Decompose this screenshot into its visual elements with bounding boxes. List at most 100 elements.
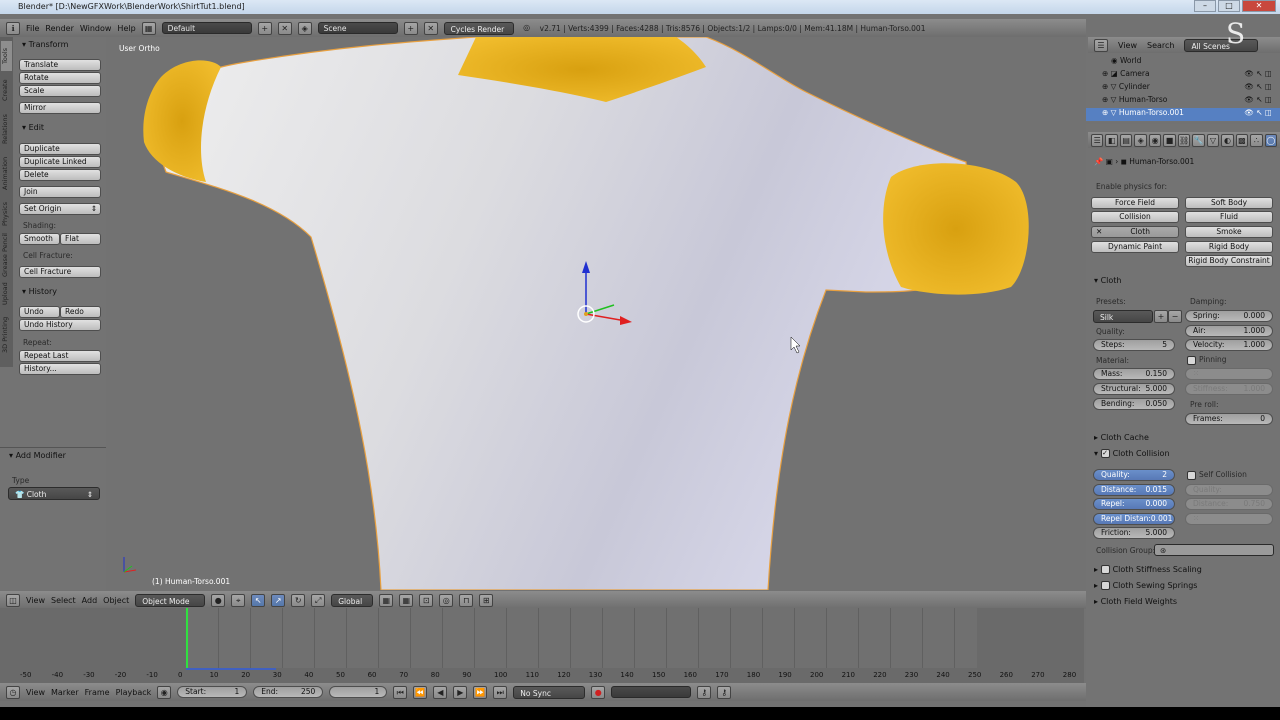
cloth-cache-panel-header[interactable]: ▸ Cloth Cache <box>1094 433 1149 442</box>
repeat-last-button[interactable]: Repeat Last <box>19 350 101 362</box>
object-tab-icon[interactable]: ■ <box>1163 133 1176 147</box>
tab-upload[interactable]: Upload <box>1 279 12 309</box>
snap-icon[interactable]: ⊓ <box>459 593 474 607</box>
range-icon[interactable]: ◉ <box>157 685 172 699</box>
visibility-icons[interactable]: 👁 ↖ ◫ <box>1244 82 1272 91</box>
structural-field[interactable]: Structural: 5.000 <box>1093 383 1175 395</box>
minimize-button[interactable]: – <box>1194 0 1216 12</box>
current-frame-field[interactable]: 1 <box>329 686 388 698</box>
properties-editor-icon[interactable]: ☰ <box>1091 133 1104 147</box>
render-engine-dropdown[interactable]: Cycles Render <box>443 21 514 35</box>
timeline-menu-view[interactable]: View <box>26 688 45 697</box>
collision-distance-field[interactable]: Distance: 0.015 <box>1093 484 1175 496</box>
lock-icon[interactable]: ⊡ <box>419 593 434 607</box>
frames-field[interactable]: Frames: 0 <box>1185 413 1273 425</box>
history-panel-header[interactable]: ▾ History <box>22 287 57 296</box>
play-reverse-icon[interactable]: ◀ <box>433 685 448 699</box>
visibility-icons[interactable]: 👁 ↖ ◫ <box>1244 95 1272 104</box>
steps-field[interactable]: Steps: 5 <box>1093 339 1175 351</box>
bending-field[interactable]: Bending: 0.050 <box>1093 398 1175 410</box>
tab-tools[interactable]: Tools <box>1 41 12 71</box>
start-frame-field[interactable]: Start: 1 <box>177 686 248 698</box>
constraints-tab-icon[interactable]: ⛓ <box>1177 133 1191 147</box>
vertex-group-field[interactable]: ⁙ <box>1185 368 1273 380</box>
duplicate-button[interactable]: Duplicate <box>19 143 101 155</box>
manipulator-icon[interactable]: ↖ <box>251 593 266 607</box>
tab-grease-pencil[interactable]: Grease Pencil <box>1 233 12 277</box>
outliner-item-human-torso-001[interactable]: ⊕ ▽ Human-Torso.001 👁 ↖ ◫ <box>1086 108 1280 121</box>
remove-icon[interactable]: ✕ <box>1092 227 1102 237</box>
rigid-body-button[interactable]: Rigid Body <box>1185 241 1273 253</box>
field-weights-panel-header[interactable]: ▸ Cloth Field Weights <box>1094 597 1177 606</box>
transform-panel-header[interactable]: ▾ Transform <box>22 40 68 49</box>
outliner-item-human-torso[interactable]: ⊕ ▽ Human-Torso 👁 ↖ ◫ <box>1086 95 1280 108</box>
delete-key-icon[interactable]: ⚷ <box>717 685 732 699</box>
visibility-icons[interactable]: 👁 ↖ ◫ <box>1244 69 1272 78</box>
timeline-editor-icon[interactable]: ◷ <box>6 685 20 699</box>
repel-field[interactable]: Repel: 0.000 <box>1093 498 1175 510</box>
jump-start-icon[interactable]: ⏮ <box>393 685 408 699</box>
timeline-menu-playback[interactable]: Playback <box>116 688 152 697</box>
rotate-manip-icon[interactable]: ↻ <box>291 593 306 607</box>
collision-quality-field[interactable]: Quality: 2 <box>1093 469 1175 481</box>
particles-tab-icon[interactable]: ∴ <box>1250 133 1263 147</box>
menu-view[interactable]: View <box>26 596 45 605</box>
keying-set-field[interactable] <box>611 686 692 698</box>
mode-dropdown[interactable]: Object Mode <box>135 593 206 607</box>
pivot-icon[interactable]: ⌖ <box>231 593 246 607</box>
join-button[interactable]: Join <box>19 186 101 198</box>
collision-group-field[interactable]: ⊛ <box>1154 544 1274 556</box>
prev-keyframe-icon[interactable]: ⏪ <box>413 685 428 699</box>
modifier-type-dropdown[interactable]: 👕 Cloth ⇕ <box>8 487 100 500</box>
mass-field[interactable]: Mass: 0.150 <box>1093 368 1175 380</box>
undo-history-button[interactable]: Undo History <box>19 319 101 331</box>
add-scene-icon[interactable]: + <box>403 21 418 35</box>
remove-preset-icon[interactable]: − <box>1168 310 1182 323</box>
velocity-field[interactable]: Velocity: 1.000 <box>1185 339 1273 351</box>
smooth-button[interactable]: Smooth <box>19 233 60 245</box>
tab-animation[interactable]: Animation <box>1 151 12 195</box>
outliner-item-camera[interactable]: ⊕ ◪ Camera 👁 ↖ ◫ <box>1086 69 1280 82</box>
menu-select[interactable]: Select <box>51 596 76 605</box>
cloth-collision-check-icon[interactable]: ✓ <box>1100 449 1110 458</box>
preset-dropdown[interactable]: Silk <box>1093 310 1153 323</box>
outliner-editor-icon[interactable]: ☰ <box>1094 38 1108 52</box>
layout-field[interactable]: Default <box>161 22 252 34</box>
scale-button[interactable]: Scale <box>19 85 101 97</box>
texture-tab-icon[interactable]: ▩ <box>1235 133 1249 147</box>
spring-field[interactable]: Spring: 0.000 <box>1185 310 1273 322</box>
edit-panel-header[interactable]: ▾ Edit <box>22 123 44 132</box>
outliner-menu-search[interactable]: Search <box>1147 41 1174 50</box>
menu-file[interactable]: File <box>26 24 39 33</box>
self-collision-checkbox[interactable]: Self Collision <box>1187 470 1247 480</box>
add-preset-icon[interactable]: + <box>1154 310 1168 323</box>
proportional-icon[interactable]: ◎ <box>439 593 454 607</box>
cell-fracture-button[interactable]: Cell Fracture <box>19 266 101 278</box>
end-frame-field[interactable]: End: 250 <box>253 686 324 698</box>
layout-grid-icon[interactable]: ▦ <box>141 21 156 35</box>
editor-type-icon[interactable]: ◫ <box>6 593 20 607</box>
scene-tab-icon[interactable]: ◈ <box>1134 133 1147 147</box>
cloth-button[interactable]: ✕ Cloth <box>1091 226 1179 238</box>
cloth-collision-panel-header[interactable]: ▾ ✓ Cloth Collision <box>1094 449 1170 458</box>
tab-3d-printing[interactable]: 3D Printing <box>1 311 12 359</box>
play-icon[interactable]: ▶ <box>453 685 468 699</box>
insert-key-icon[interactable]: ⚷ <box>697 685 712 699</box>
translate-button[interactable]: Translate <box>19 59 101 71</box>
pinning-check-icon[interactable] <box>1187 355 1196 365</box>
close-button[interactable]: ✕ <box>1242 0 1276 12</box>
stiffness-scaling-panel-header[interactable]: ▸ Cloth Stiffness Scaling <box>1094 565 1202 574</box>
dynamic-paint-button[interactable]: Dynamic Paint <box>1091 241 1179 253</box>
translate-manip-icon[interactable]: ↗ <box>271 593 286 607</box>
scene-field[interactable]: Scene <box>317 22 398 34</box>
remove-scene-icon[interactable]: ✕ <box>423 21 438 35</box>
friction-field[interactable]: Friction: 5.000 <box>1093 527 1175 539</box>
smoke-button[interactable]: Smoke <box>1185 226 1273 238</box>
sewing-springs-check-icon[interactable] <box>1100 581 1110 590</box>
timeline-menu-marker[interactable]: Marker <box>51 688 79 697</box>
scale-manip-icon[interactable]: ⤢ <box>311 593 326 607</box>
mirror-button[interactable]: Mirror <box>19 102 101 114</box>
soft-body-button[interactable]: Soft Body <box>1185 197 1273 209</box>
remove-layout-icon[interactable]: ✕ <box>277 21 292 35</box>
render-tab-icon[interactable]: ◧ <box>1105 133 1118 147</box>
